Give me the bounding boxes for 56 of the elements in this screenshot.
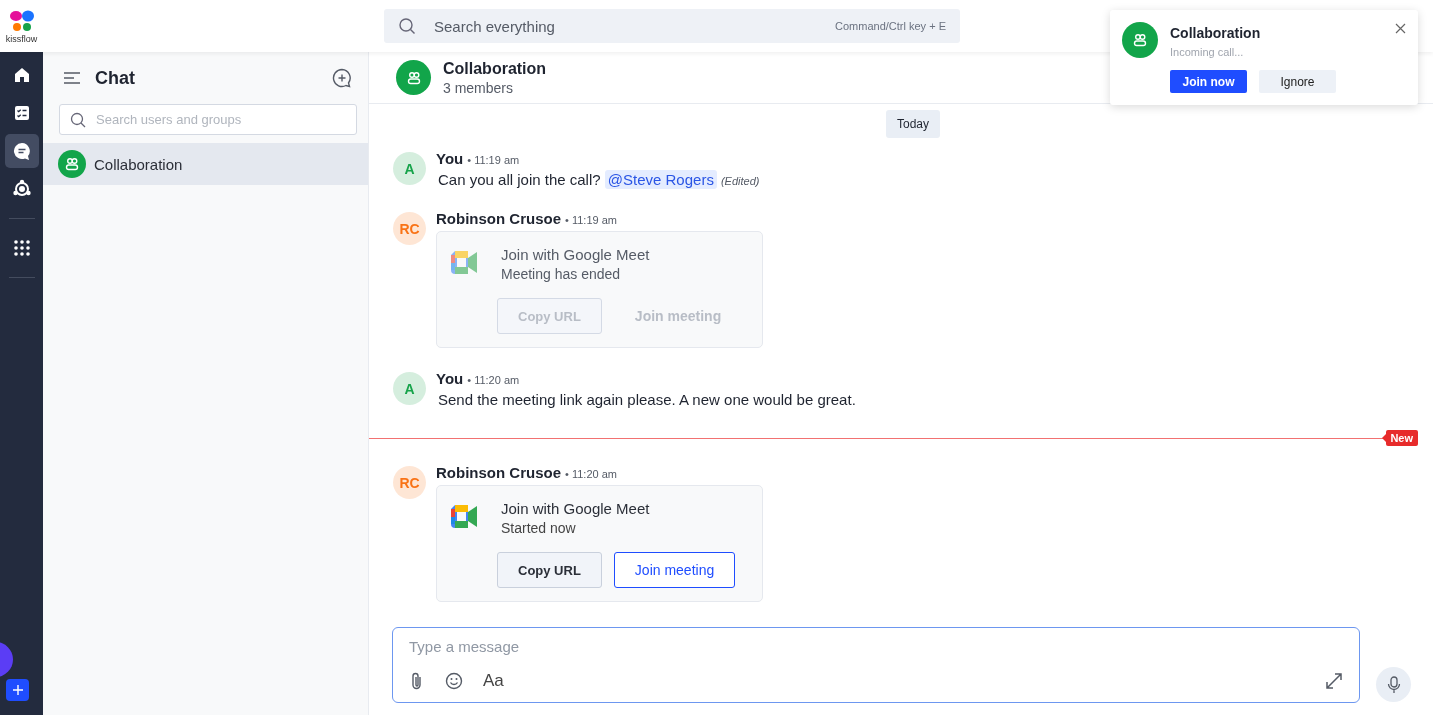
group-icon xyxy=(406,70,421,85)
text-format-button[interactable]: Aa xyxy=(483,671,1305,691)
plus-icon xyxy=(11,684,24,696)
group-icon xyxy=(1133,33,1147,47)
user-avatar: A xyxy=(393,372,426,405)
search-field[interactable]: Search everything Command/Ctrl key + E xyxy=(384,9,960,43)
expand-icon[interactable] xyxy=(1325,672,1343,690)
meeting-status: Meeting has ended xyxy=(501,266,622,282)
user-avatar: RC xyxy=(393,466,426,499)
network-icon xyxy=(11,179,32,199)
shortcut-hint: Command/Ctrl key + E xyxy=(835,20,946,32)
microphone-button[interactable] xyxy=(1376,667,1411,702)
chat-icon xyxy=(11,141,32,161)
user-mention[interactable]: @Steve Rogers xyxy=(604,170,717,189)
meeting-title: Join with Google Meet xyxy=(501,500,650,517)
ignore-button[interactable]: Ignore xyxy=(1259,70,1336,93)
search-field[interactable]: Search users and groups xyxy=(59,104,357,135)
message-time: • 11:20 am xyxy=(467,374,520,386)
nav-button[interactable] xyxy=(4,134,39,168)
notification-title: Collaboration xyxy=(1170,25,1262,41)
message-time: • 11:20 am xyxy=(565,468,617,480)
search-icon xyxy=(70,111,86,128)
add-button[interactable] xyxy=(6,679,29,701)
logo-text: kissflow xyxy=(5,33,38,44)
message-time: • 11:19 am xyxy=(565,214,617,226)
join-meeting-button[interactable]: Join meeting xyxy=(613,552,736,588)
copy-url-button[interactable]: Copy URL xyxy=(497,552,602,588)
apps-grid-icon xyxy=(11,238,32,258)
author-name: You xyxy=(436,150,464,167)
author-name: Robinson Crusoe xyxy=(436,464,561,481)
meeting-status: Started now xyxy=(501,520,577,536)
join-now-button[interactable]: Join now xyxy=(1170,70,1247,93)
microphone-icon xyxy=(1386,675,1401,694)
date-label: Today xyxy=(886,110,940,138)
message-field[interactable]: Type a message Aa xyxy=(392,627,1360,703)
menu-icon[interactable] xyxy=(63,71,81,85)
notification-subtitle: Incoming call... xyxy=(1170,46,1245,58)
member-count: 3 members xyxy=(443,79,515,96)
sidebar-title: Chat xyxy=(95,67,136,89)
message-text: Can you all join the call? @Steve Rogers (Edited) xyxy=(438,171,760,188)
emoji-icon[interactable] xyxy=(445,672,463,690)
author-name: You xyxy=(436,370,464,387)
user-avatar: A xyxy=(393,152,426,185)
conversation-title: Collaboration xyxy=(443,59,547,78)
message-text: Send the meeting link again please. A new one would be great. xyxy=(438,391,856,408)
search-icon xyxy=(398,17,416,35)
message-time: • 11:19 am xyxy=(467,154,520,166)
group-icon xyxy=(65,157,79,171)
edited-label: (Edited) xyxy=(720,175,760,187)
user-avatar: RC xyxy=(393,212,426,245)
meeting-title: Join with Google Meet xyxy=(501,246,650,263)
author-name: Robinson Crusoe xyxy=(436,210,561,227)
conversation-name[interactable]: Collaboration xyxy=(94,155,183,173)
new-chat-icon[interactable] xyxy=(332,68,352,88)
close-button[interactable] xyxy=(1395,23,1406,34)
search-input[interactable]: Search everything xyxy=(432,9,820,43)
